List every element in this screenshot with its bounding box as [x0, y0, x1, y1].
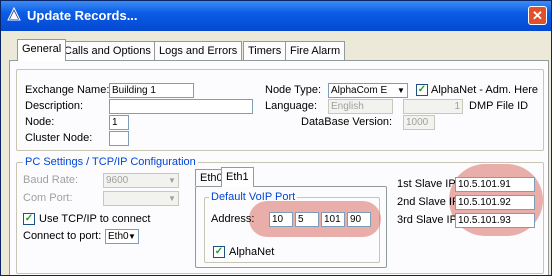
update-records-window: Update Records... ✕ General Calls and Op…: [0, 0, 552, 276]
tab-logs-and-errors[interactable]: Logs and Errors: [154, 41, 243, 60]
checkmark-icon: ✓: [417, 84, 427, 95]
address-octet-4[interactable]: 90: [347, 212, 371, 227]
slave-ip-1-input[interactable]: 10.5.101.91: [455, 177, 535, 192]
chevron-down-icon: ▼: [168, 194, 176, 203]
alphanet-label: AlphaNet: [229, 246, 275, 258]
node-label: Node:: [25, 116, 55, 128]
slave-ip-2-label: 2nd Slave IP:: [397, 196, 463, 208]
cluster-node-label: Cluster Node:: [25, 132, 93, 144]
address-label: Address:: [211, 213, 255, 225]
language-input: English: [328, 99, 393, 114]
dmp-file-id-input: 1: [403, 99, 463, 114]
baud-rate-label: Baud Rate:: [23, 174, 79, 186]
database-version-label: DataBase Version:: [301, 116, 393, 128]
chevron-down-icon: ▼: [168, 176, 176, 185]
connect-to-port-label: Connect to port:: [23, 230, 102, 242]
close-icon: ✕: [532, 8, 543, 23]
tab-fire-alarm[interactable]: Fire Alarm: [285, 41, 346, 60]
close-button[interactable]: ✕: [528, 6, 547, 25]
node-type-select[interactable]: AlphaCom E ▼: [328, 83, 408, 98]
slave-ip-3-input[interactable]: 10.5.101.93: [455, 213, 535, 228]
pc-settings-legend: PC Settings / TCP/IP Configuration: [23, 156, 198, 168]
cluster-node-input[interactable]: [109, 131, 129, 146]
chevron-down-icon: ▼: [397, 86, 405, 95]
warning-triangle-icon: [7, 7, 21, 21]
connect-to-port-select[interactable]: Eth0 ▼: [105, 229, 139, 244]
alphanet-adm-checkbox[interactable]: ✓: [416, 84, 428, 96]
com-port-select: ▼: [103, 191, 179, 206]
eth1-panel: Default VoIP Port Address: 10 5 101 90 ✓…: [195, 186, 387, 268]
node-type-value: AlphaCom E: [331, 85, 388, 96]
checkmark-icon: ✓: [24, 213, 34, 224]
pc-settings-group: PC Settings / TCP/IP Configuration Baud …: [16, 156, 544, 274]
language-label: Language:: [265, 100, 317, 112]
alphanet-adm-label: AlphaNet - Adm. Here: [431, 84, 538, 96]
use-tcp-label: Use TCP/IP to connect: [39, 213, 151, 225]
slave-ip-1-label: 1st Slave IP:: [397, 178, 459, 190]
use-tcp-checkbox[interactable]: ✓: [23, 213, 35, 225]
slave-ip-3-label: 3rd Slave IP:: [397, 214, 460, 226]
database-version-input: 1000: [403, 115, 435, 130]
chevron-down-icon: ▼: [128, 232, 136, 241]
window-title: Update Records...: [27, 8, 138, 23]
tab-timers[interactable]: Timers: [243, 41, 287, 60]
dmp-file-id-label: DMP File ID: [469, 100, 529, 112]
description-label: Description:: [25, 100, 84, 112]
address-octet-3[interactable]: 101: [321, 212, 345, 227]
tab-general[interactable]: General: [17, 39, 67, 61]
baud-rate-value: 9600: [106, 175, 129, 186]
title-bar: Update Records... ✕: [1, 1, 551, 31]
description-input[interactable]: [109, 99, 253, 114]
tab-calls-and-options[interactable]: Calls and Options: [59, 41, 156, 60]
node-input[interactable]: 1: [109, 115, 129, 130]
exchange-name-input[interactable]: Building 1: [109, 83, 194, 98]
address-octet-2[interactable]: 5: [295, 212, 319, 227]
tab-eth1[interactable]: Eth1: [221, 167, 254, 187]
baud-rate-select: 9600 ▼: [103, 173, 179, 188]
node-type-label: Node Type:: [265, 84, 322, 96]
exchange-name-label: Exchange Name:: [25, 84, 110, 96]
alphanet-checkbox[interactable]: ✓: [213, 246, 225, 258]
address-octet-1[interactable]: 10: [269, 212, 293, 227]
default-voip-port-group: Default VoIP Port Address: 10 5 101 90 ✓…: [204, 191, 381, 263]
com-port-label: Com Port:: [23, 192, 73, 204]
slave-ip-2-input[interactable]: 10.5.101.92: [455, 195, 535, 210]
checkmark-icon: ✓: [214, 246, 224, 257]
exchange-group: Exchange Name: Building 1 Description: N…: [16, 69, 544, 151]
general-panel: Exchange Name: Building 1 Description: N…: [9, 60, 549, 275]
